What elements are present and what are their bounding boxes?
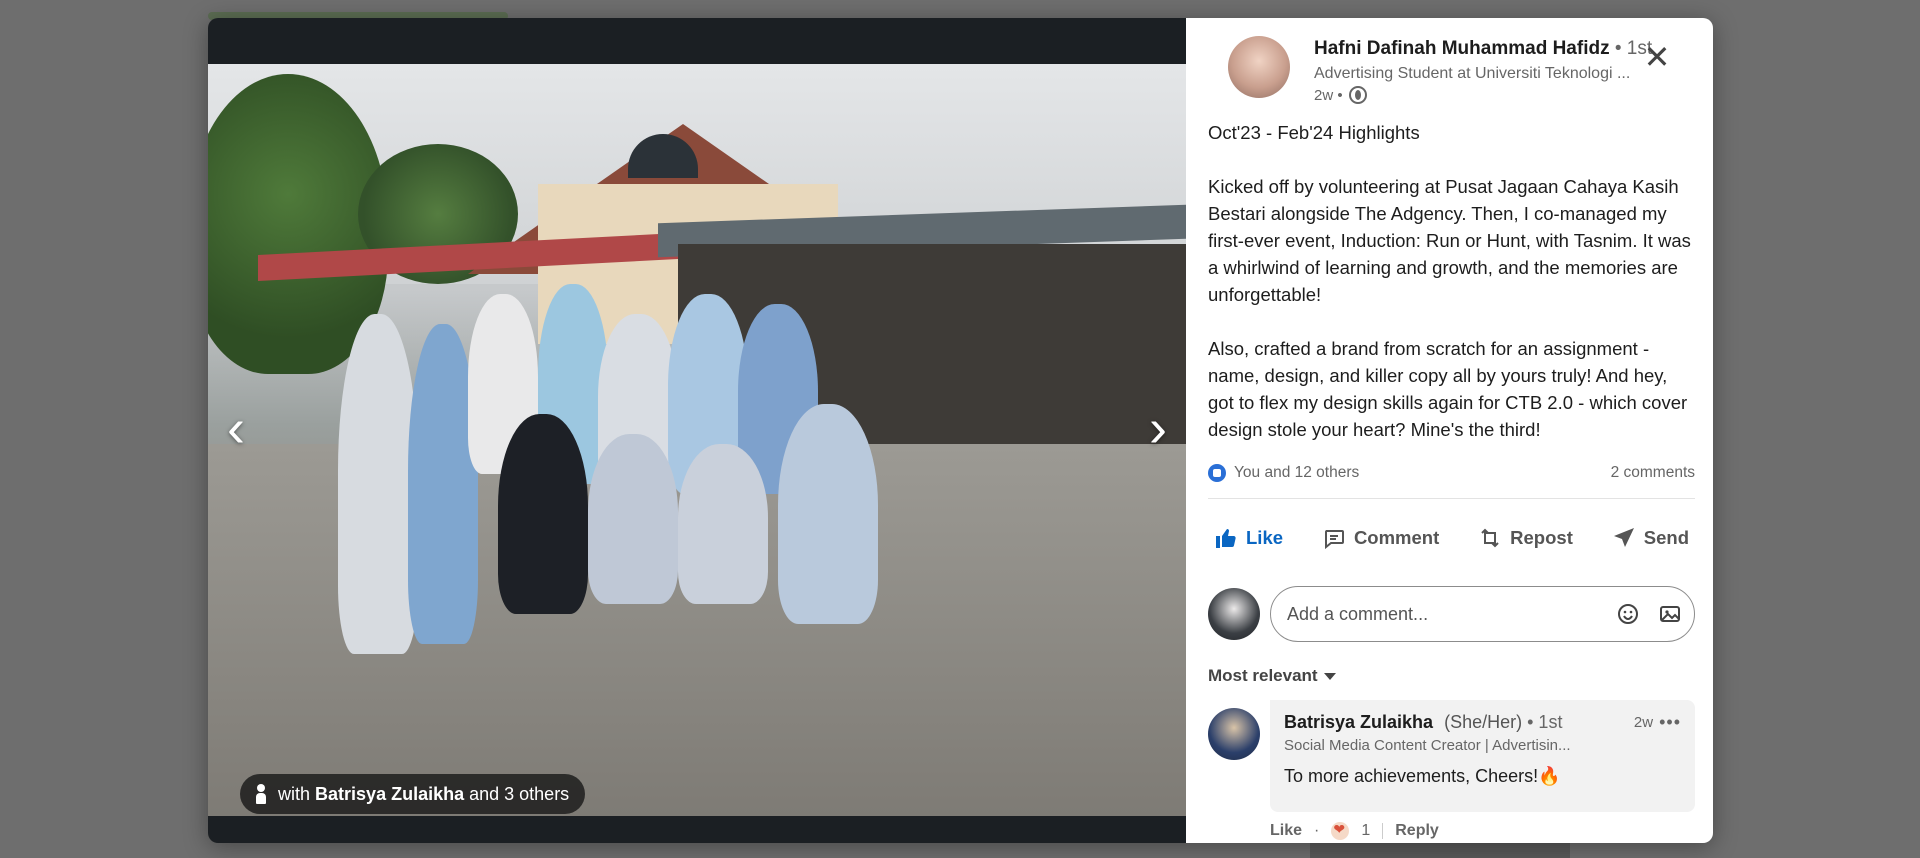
previous-image-button[interactable]: ‹ <box>216 398 256 458</box>
post-time: 2w • <box>1314 86 1343 104</box>
photo-person <box>588 434 678 604</box>
comment-input[interactable]: Add a comment... <box>1270 586 1695 642</box>
caret-down-icon <box>1323 672 1336 680</box>
post-text: Oct'23 - Feb'24 Highlights Kicked off by… <box>1208 122 1691 440</box>
emoji-icon[interactable] <box>1616 602 1640 626</box>
comments-count[interactable]: 2 comments <box>1611 464 1695 482</box>
divider <box>1208 498 1695 499</box>
heart-reaction-icon <box>1331 821 1350 840</box>
comment-bubble: Batrisya Zulaikha (She/Her) • 1st Social… <box>1270 700 1695 812</box>
send-button[interactable]: Send <box>1606 522 1695 554</box>
globe-icon <box>1348 86 1367 104</box>
comment-meta: 2w ••• <box>1634 712 1681 733</box>
repost-label: Repost <box>1510 527 1573 548</box>
comment-button[interactable]: Comment <box>1316 522 1445 554</box>
comment-like-button[interactable]: Like <box>1270 822 1302 840</box>
commenter-line: Batrisya Zulaikha (She/Her) • 1st <box>1284 712 1681 733</box>
comment-actions: Like · 1 Reply <box>1270 821 1439 840</box>
comment-text: To more achievements, Cheers!🔥 <box>1284 766 1561 786</box>
media-viewer: ‹ › with Batrisya Zulaikha and 3 others <box>208 18 1186 843</box>
thumbs-up-icon <box>1216 529 1236 548</box>
post-meta: 2w • <box>1314 86 1367 104</box>
reactions-text: You and 12 others <box>1234 464 1360 481</box>
comment-composer: Add a comment... <box>1208 586 1695 642</box>
social-counts: You and 12 others 2 comments <box>1208 462 1695 484</box>
commenter-avatar[interactable] <box>1208 708 1260 760</box>
photo-person <box>338 314 418 654</box>
commenter-headline: Social Media Content Creator | Advertisi… <box>1284 737 1571 754</box>
comment-time: 2w <box>1633 714 1654 731</box>
author-avatar[interactable] <box>1228 36 1290 98</box>
comment-reply-button[interactable]: Reply <box>1395 822 1439 840</box>
tag-prefix: with <box>278 783 311 804</box>
post-modal: ‹ › with Batrisya Zulaikha and 3 others … <box>208 18 1713 843</box>
commenter-name[interactable]: Batrisya Zulaikha <box>1284 712 1433 732</box>
chevron-right-icon: › <box>1149 398 1167 458</box>
commenter-pronouns: (She/Her) <box>1444 712 1523 732</box>
photo-person <box>498 414 588 614</box>
comment-icon <box>1324 530 1344 550</box>
author-name[interactable]: Hafni Dafinah Muhammad Hafidz <box>1314 38 1610 59</box>
like-reaction-icon <box>1208 464 1226 482</box>
commenter-degree: • 1st <box>1527 712 1563 732</box>
like-label: Like <box>1246 527 1284 548</box>
divider <box>1382 823 1384 839</box>
repost-icon <box>1481 528 1499 548</box>
author-line: Hafni Dafinah Muhammad Hafidz • 1st <box>1314 38 1652 60</box>
send-icon <box>1613 528 1634 547</box>
comment-label: Comment <box>1353 527 1440 548</box>
photo-person <box>678 444 768 604</box>
close-button[interactable]: ✕ <box>1641 39 1673 75</box>
post-header: Hafni Dafinah Muhammad Hafidz • 1st Adve… <box>1208 18 1691 118</box>
sort-label: Most relevant <box>1208 666 1318 685</box>
like-button[interactable]: Like <box>1208 522 1289 554</box>
comment-sort-dropdown[interactable]: Most relevant <box>1208 666 1336 686</box>
close-icon: ✕ <box>1643 39 1671 75</box>
author-headline: Advertising Student at Universiti Teknol… <box>1314 65 1631 82</box>
tagged-people-pill[interactable]: with Batrisya Zulaikha and 3 others <box>240 774 586 814</box>
comment-reaction-count[interactable]: 1 <box>1361 822 1370 840</box>
person-icon <box>254 784 268 804</box>
tag-suffix: and 3 others <box>469 783 570 804</box>
current-user-avatar <box>1208 588 1260 640</box>
separator-dot: · <box>1314 822 1320 839</box>
more-options-icon[interactable]: ••• <box>1659 712 1681 733</box>
post-actions: Like Comment Repost Send <box>1208 518 1695 558</box>
comment-placeholder: Add a comment... <box>1287 603 1429 624</box>
post-side-panel: Hafni Dafinah Muhammad Hafidz • 1st Adve… <box>1186 18 1713 843</box>
next-image-button[interactable]: › <box>1138 398 1178 458</box>
send-label: Send <box>1643 527 1689 548</box>
chevron-left-icon: ‹ <box>227 398 245 458</box>
tagged-name: Batrisya Zulaikha <box>315 783 465 804</box>
image-icon[interactable] <box>1658 602 1682 626</box>
reactions-summary[interactable]: You and 12 others <box>1208 464 1359 482</box>
photo-group-people <box>338 274 898 664</box>
repost-button[interactable]: Repost <box>1472 522 1579 554</box>
photo-person <box>778 404 878 624</box>
post-photo[interactable] <box>208 64 1186 816</box>
tag-text: with Batrisya Zulaikha and 3 others <box>278 784 569 805</box>
